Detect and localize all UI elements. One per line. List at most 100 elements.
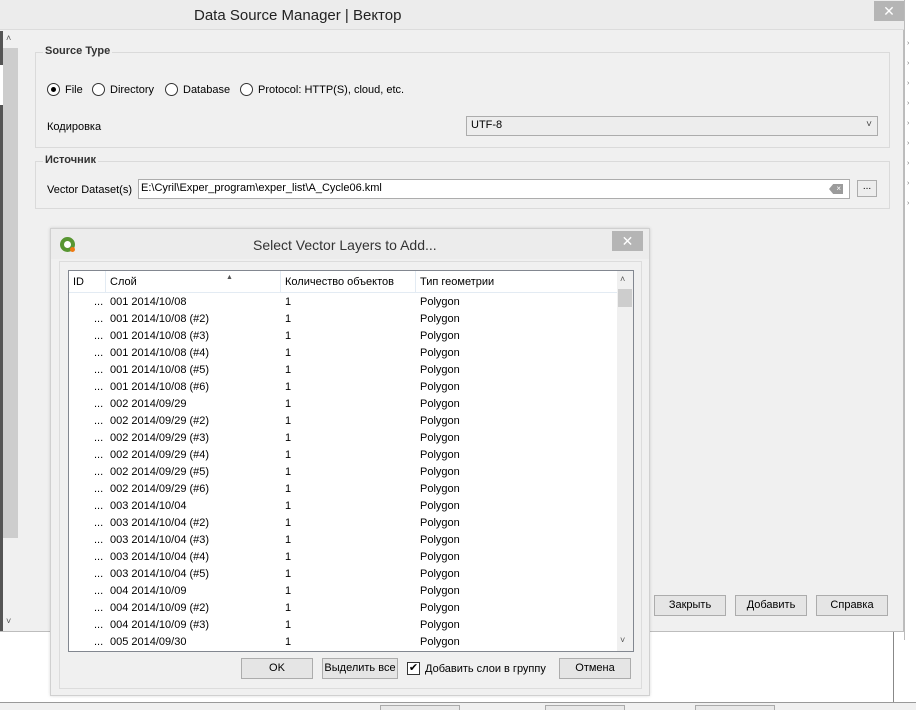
table-row[interactable]: ... 003 2014/10/04 (#4) 1 Polygon [69, 549, 617, 566]
cell-id: ... [94, 347, 104, 359]
cell-geometry: Polygon [420, 449, 460, 461]
background-tab[interactable] [545, 705, 625, 710]
radio-database[interactable]: Database [165, 83, 230, 96]
chevron-down-icon: ˅ [866, 119, 872, 130]
browse-button[interactable]: ... [857, 180, 877, 197]
add-button[interactable]: Добавить [735, 595, 807, 616]
cell-count: 1 [285, 602, 292, 614]
radio-file[interactable]: File [47, 83, 83, 96]
ok-button[interactable]: OK [241, 658, 313, 679]
table-row[interactable]: ... 001 2014/10/08 (#2) 1 Polygon [69, 311, 617, 328]
cell-geometry: Polygon [420, 381, 460, 393]
table-row[interactable]: ... 003 2014/10/04 (#3) 1 Polygon [69, 532, 617, 549]
background-tab[interactable] [380, 705, 460, 710]
cell-id: ... [94, 313, 104, 325]
radio-icon[interactable] [165, 83, 178, 96]
cell-count: 1 [285, 449, 292, 461]
scrollbar-thumb[interactable] [3, 48, 18, 538]
vertical-scrollbar[interactable]: ˄ ˅ [0, 31, 20, 631]
table-row[interactable]: ... 002 2014/09/29 (#4) 1 Polygon [69, 447, 617, 464]
cell-geometry: Polygon [420, 347, 460, 359]
cell-layer: 005 2014/09/30 [110, 636, 187, 648]
cell-layer: 001 2014/10/08 [110, 296, 187, 308]
table-row[interactable]: ... 004 2014/10/09 (#2) 1 Polygon [69, 600, 617, 617]
table-row[interactable]: ... 003 2014/10/04 1 Polygon [69, 498, 617, 515]
table-row[interactable]: ... 004 2014/10/09 1 Polygon [69, 583, 617, 600]
table-row[interactable]: ... 003 2014/10/04 (#5) 1 Polygon [69, 566, 617, 583]
table-row[interactable]: ... 001 2014/10/08 (#6) 1 Polygon [69, 379, 617, 396]
radio-protocol[interactable]: Protocol: HTTP(S), cloud, etc. [240, 83, 404, 96]
cell-count: 1 [285, 398, 292, 410]
scroll-up-icon[interactable]: ˄ [620, 274, 625, 284]
cell-geometry: Polygon [420, 466, 460, 478]
table-row[interactable]: ... 002 2014/09/29 (#2) 1 Polygon [69, 413, 617, 430]
background-layer-tree-edge: › › › › › › › › › [904, 0, 916, 640]
cell-layer: 002 2014/09/29 (#4) [110, 449, 210, 461]
table-body: ... 001 2014/10/08 1 Polygon... 001 2014/10/… [69, 294, 617, 651]
table-row[interactable]: ... 005 2014/09/30 1 Polygon [69, 634, 617, 651]
cell-id: ... [94, 534, 104, 546]
cell-id: ... [94, 517, 104, 529]
cell-id: ... [94, 398, 104, 410]
cell-geometry: Polygon [420, 296, 460, 308]
scrollbar-thumb[interactable] [618, 289, 632, 307]
table-row[interactable]: ... 004 2014/10/09 (#3) 1 Polygon [69, 617, 617, 634]
table-row[interactable]: ... 002 2014/09/29 (#3) 1 Polygon [69, 430, 617, 447]
vector-dataset-input[interactable]: E:\Cyril\Exper_program\exper_list\A_Cycl… [138, 179, 850, 199]
encoding-select[interactable]: UTF-8 ˅ [466, 116, 878, 136]
vertical-scrollbar[interactable]: ˄ ˅ [617, 271, 633, 651]
cell-layer: 003 2014/10/04 (#2) [110, 517, 210, 529]
dialog-title: Select Vector Layers to Add... [253, 237, 437, 253]
cell-count: 1 [285, 534, 292, 546]
background-tab[interactable] [695, 705, 775, 710]
table-row[interactable]: ... 002 2014/09/29 1 Polygon [69, 396, 617, 413]
scroll-down-icon[interactable]: ˅ [620, 635, 625, 645]
radio-label: Protocol: HTTP(S), cloud, etc. [258, 83, 405, 96]
column-header-id[interactable]: ID [69, 271, 106, 293]
add-to-group-checkbox[interactable]: ✔ Добавить слои в группу [407, 662, 546, 675]
scroll-up-icon[interactable]: ˄ [6, 33, 11, 43]
column-header-geometry[interactable]: Тип геометрии [416, 271, 617, 293]
radio-icon[interactable] [240, 83, 253, 96]
close-icon[interactable]: ✕ [874, 1, 904, 21]
cell-geometry: Polygon [420, 364, 460, 376]
radio-selected-icon[interactable] [47, 83, 60, 96]
cell-geometry: Polygon [420, 483, 460, 495]
radio-label: Directory [110, 83, 155, 96]
select-all-button[interactable]: Выделить все [322, 658, 398, 679]
cancel-button[interactable]: Отмена [559, 658, 631, 679]
radio-icon[interactable] [92, 83, 105, 96]
cell-layer: 004 2014/10/09 (#3) [110, 619, 210, 631]
close-icon[interactable]: ✕ [612, 231, 643, 251]
table-row[interactable]: ... 002 2014/09/29 (#5) 1 Polygon [69, 464, 617, 481]
cell-id: ... [94, 636, 104, 648]
title-bar: Select Vector Layers to Add... ✕ [51, 229, 649, 259]
table-row[interactable]: ... 001 2014/10/08 1 Polygon [69, 294, 617, 311]
close-button[interactable]: Закрыть [654, 595, 726, 616]
scroll-down-icon[interactable]: ˅ [6, 616, 11, 626]
column-header-count[interactable]: Количество объектов [281, 271, 416, 293]
cell-count: 1 [285, 313, 292, 325]
column-header-layer[interactable]: ▲ Слой [106, 271, 281, 293]
cell-geometry: Polygon [420, 500, 460, 512]
table-row[interactable]: ... 001 2014/10/08 (#4) 1 Polygon [69, 345, 617, 362]
cell-geometry: Polygon [420, 551, 460, 563]
table-row[interactable]: ... 001 2014/10/08 (#3) 1 Polygon [69, 328, 617, 345]
checkbox-label: Добавить слои в группу [425, 662, 546, 675]
clear-icon[interactable]: × [829, 184, 843, 194]
vector-dataset-value: E:\Cyril\Exper_program\exper_list\A_Cycl… [141, 182, 382, 194]
cell-count: 1 [285, 585, 292, 597]
cell-layer: 002 2014/09/29 [110, 398, 187, 410]
table-row[interactable]: ... 002 2014/09/29 (#6) 1 Polygon [69, 481, 617, 498]
cell-id: ... [94, 619, 104, 631]
vector-dataset-label: Vector Dataset(s) [47, 184, 132, 196]
radio-directory[interactable]: Directory [92, 83, 154, 96]
title-bar: Data Source Manager | Вектор ✕ [0, 0, 904, 30]
layers-table: ID ▲ Слой Количество объектов Тип геомет… [68, 270, 634, 652]
table-row[interactable]: ... 003 2014/10/04 (#2) 1 Polygon [69, 515, 617, 532]
check-mark-icon[interactable]: ✔ [407, 662, 420, 675]
table-row[interactable]: ... 001 2014/10/08 (#5) 1 Polygon [69, 362, 617, 379]
help-button[interactable]: Справка [816, 595, 888, 616]
cell-id: ... [94, 568, 104, 580]
sort-ascending-icon: ▲ [226, 274, 233, 281]
